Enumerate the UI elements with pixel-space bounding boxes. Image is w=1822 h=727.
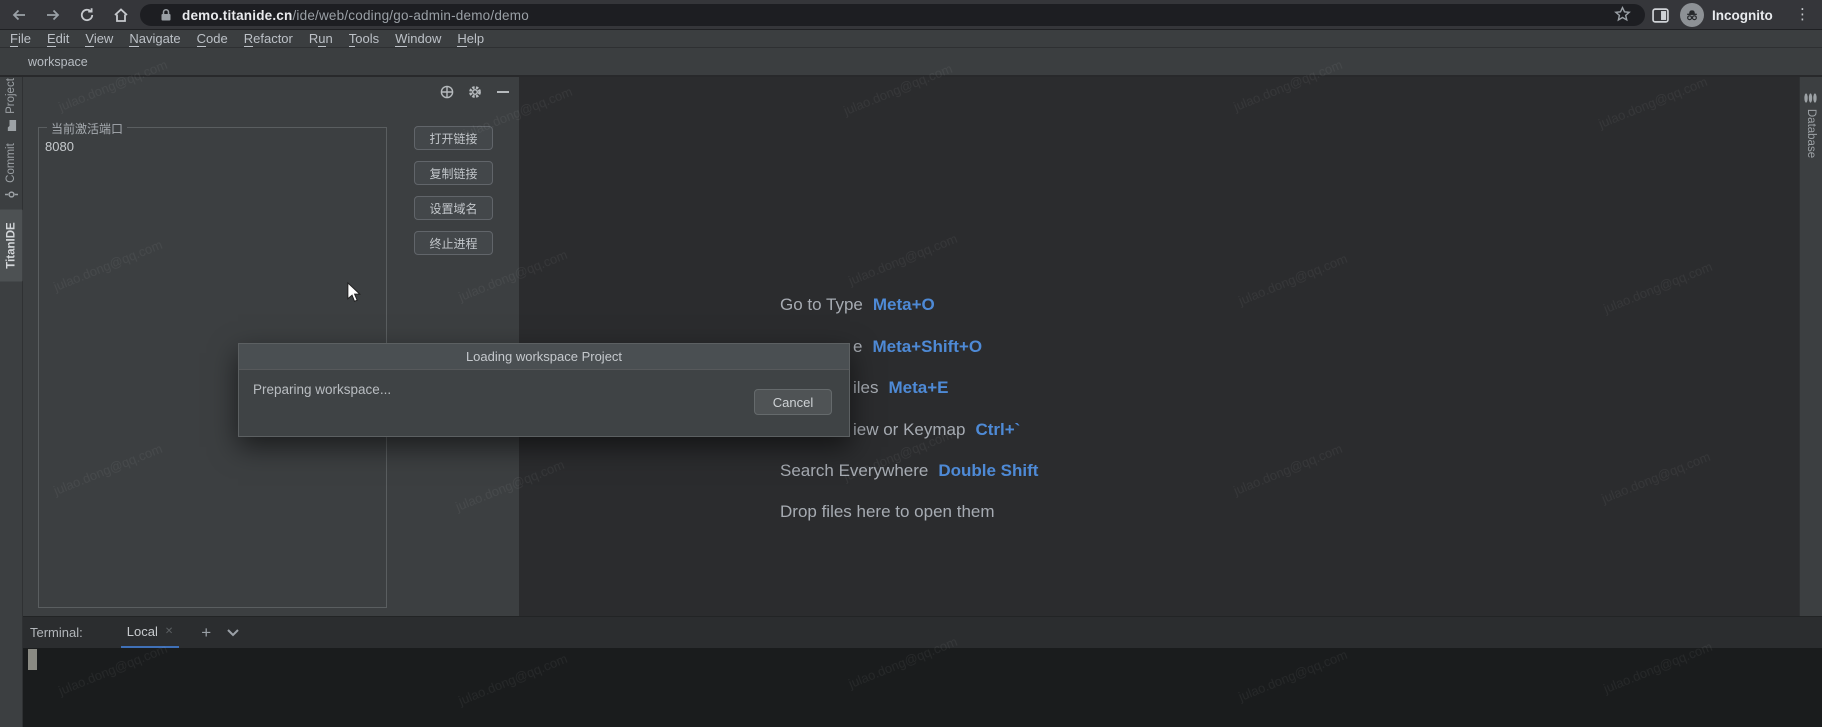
shortcut-hint: Search EverywhereDouble Shift	[780, 461, 1038, 481]
copy-link-button[interactable]: 复制链接	[414, 161, 493, 185]
incognito-icon	[1680, 3, 1704, 27]
folder-icon	[6, 119, 17, 132]
sidebar-item-titanide[interactable]: TitanIDE	[0, 210, 23, 282]
database-icon	[1805, 92, 1818, 104]
left-tool-stripe: Project Commit TitanIDE	[0, 77, 23, 727]
shortcut-hint: ilesMeta+E	[853, 378, 949, 398]
menu-tools[interactable]: Tools	[341, 30, 387, 47]
shortcut-hint: eMeta+Shift+O	[853, 337, 982, 357]
breadcrumb[interactable]: workspace	[28, 55, 88, 69]
terminal-output[interactable]	[23, 648, 1822, 727]
breadcrumb-bar: workspace	[0, 47, 1822, 77]
sidebar-item-database[interactable]: Database	[1803, 88, 1819, 162]
reload-icon[interactable]	[72, 2, 102, 28]
terminal-cursor	[28, 649, 37, 670]
url-domain: demo.titanide.cn	[182, 8, 292, 23]
port-actions: 打开链接 复制链接 设置域名 终止进程	[414, 126, 493, 255]
right-tool-stripe: Database	[1799, 77, 1822, 616]
options-grid-icon[interactable]	[440, 85, 454, 99]
browser-toolbar: demo.titanide.cn/ide/web/coding/go-admin…	[0, 0, 1822, 30]
loading-dialog: Loading workspace Project Preparing work…	[238, 343, 850, 437]
active-port-value: 8080	[45, 139, 74, 154]
screen: demo.titanide.cn/ide/web/coding/go-admin…	[0, 0, 1822, 727]
side-panel-icon[interactable]	[1652, 8, 1669, 28]
new-terminal-icon[interactable]: +	[201, 619, 211, 647]
menu-help[interactable]: Help	[449, 30, 492, 47]
lock-icon	[160, 8, 172, 22]
ide-menubar: File Edit View Navigate Code Refactor Ru…	[0, 30, 1822, 47]
menu-window[interactable]: Window	[387, 30, 449, 47]
forward-icon[interactable]	[38, 2, 68, 28]
active-port-legend: 当前激活端口	[47, 120, 127, 137]
hide-minus-icon[interactable]	[496, 85, 510, 99]
dialog-title: Loading workspace Project	[239, 344, 849, 370]
menu-code[interactable]: Code	[189, 30, 236, 47]
shortcut-hint: Go to TypeMeta+O	[780, 295, 935, 315]
kill-process-button[interactable]: 终止进程	[414, 231, 493, 255]
tool-window-header-icons	[440, 84, 510, 100]
terminal-label: Terminal:	[30, 625, 83, 640]
drop-files-hint: Drop files here to open them	[780, 502, 995, 522]
menu-file[interactable]: File	[2, 30, 39, 47]
chevron-down-icon[interactable]	[227, 629, 239, 637]
url-bar[interactable]: demo.titanide.cn/ide/web/coding/go-admin…	[140, 4, 1645, 26]
sidebar-item-commit[interactable]: Commit	[3, 142, 19, 202]
browser-menu-icon[interactable]: ⋮	[1795, 4, 1810, 26]
sidebar-item-project[interactable]: Project	[3, 74, 19, 136]
menu-edit[interactable]: Edit	[39, 30, 77, 47]
terminal-panel: Terminal: Local ✕ +	[23, 616, 1822, 727]
incognito-label: Incognito	[1712, 8, 1773, 23]
home-icon[interactable]	[106, 2, 136, 28]
cancel-button[interactable]: Cancel	[754, 389, 832, 415]
gear-icon[interactable]	[468, 85, 482, 99]
commit-icon	[5, 188, 18, 201]
shortcut-hint: iew or KeymapCtrl+`	[853, 420, 1020, 440]
back-icon[interactable]	[4, 2, 34, 28]
mouse-cursor-icon	[347, 282, 362, 308]
terminal-tab-bar: Terminal: Local ✕ +	[23, 616, 1822, 648]
menu-run[interactable]: Run	[301, 30, 341, 47]
incognito-badge[interactable]: Incognito	[1680, 3, 1773, 27]
menu-navigate[interactable]: Navigate	[121, 30, 188, 47]
close-icon[interactable]: ✕	[165, 626, 173, 637]
url-path: /ide/web/coding/go-admin-demo/demo	[292, 8, 528, 23]
menu-refactor[interactable]: Refactor	[236, 30, 301, 47]
dialog-message: Preparing workspace...	[253, 382, 391, 397]
open-link-button[interactable]: 打开链接	[414, 126, 493, 150]
set-domain-button[interactable]: 设置域名	[414, 196, 493, 220]
bookmark-star-icon[interactable]	[1614, 6, 1631, 28]
menu-view[interactable]: View	[77, 30, 121, 47]
terminal-tab-local[interactable]: Local ✕	[121, 617, 179, 649]
